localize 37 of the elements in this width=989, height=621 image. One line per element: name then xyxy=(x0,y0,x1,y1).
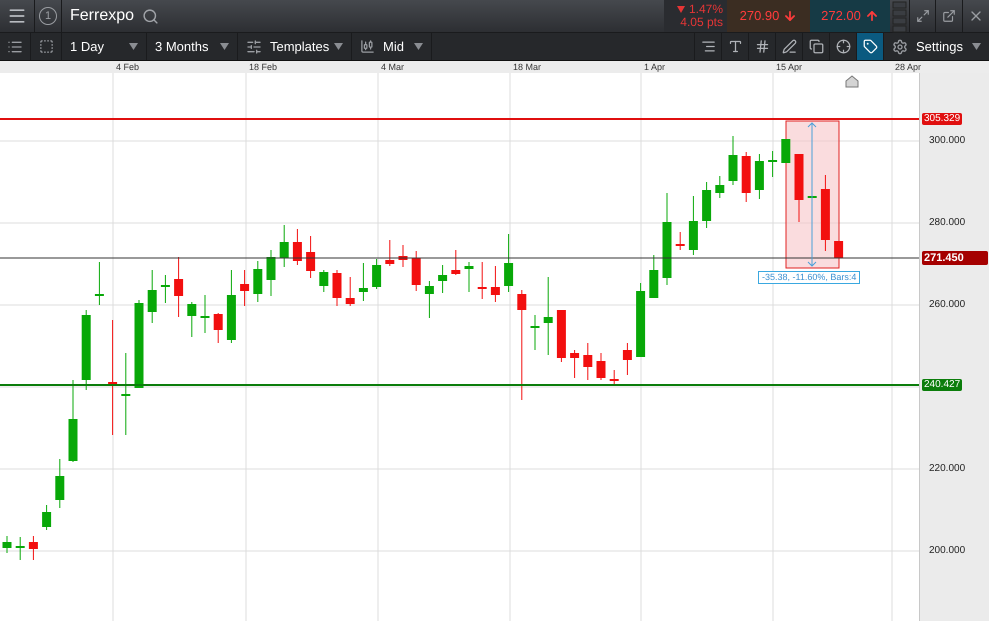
caret-icon xyxy=(129,43,138,50)
caret-icon xyxy=(220,43,229,50)
tag-tool-icon[interactable] xyxy=(856,33,883,60)
caret-icon xyxy=(334,43,343,50)
price-label: 300.000 xyxy=(929,135,966,147)
dropdown[interactable]: 3 Months xyxy=(147,33,238,60)
workspace-number[interactable]: 1 xyxy=(35,0,62,32)
caret-icon xyxy=(972,43,981,50)
dropdown[interactable]: 1 Day xyxy=(62,33,147,60)
date-label: 15 Apr xyxy=(776,61,802,73)
dropdown[interactable]: Templates xyxy=(238,33,352,60)
down-triangle-icon xyxy=(676,6,685,13)
caret-icon xyxy=(414,43,423,50)
measurement-label: -35.38, -11.60%, Bars:4 xyxy=(758,271,860,284)
settings-icon xyxy=(892,38,908,54)
date-label: 4 Mar xyxy=(381,61,404,73)
dropdown[interactable]: Mid xyxy=(352,33,432,60)
price-label: 280.000 xyxy=(929,217,966,229)
sliders-icon xyxy=(246,38,262,54)
price-label: 260.000 xyxy=(929,299,966,311)
settings-dropdown[interactable]: Settings xyxy=(883,33,989,60)
date-label: 18 Feb xyxy=(249,61,278,73)
date-label: 1 Apr xyxy=(644,61,666,73)
candlestick-icon xyxy=(360,39,375,54)
price-level-badge: 305.329 xyxy=(922,113,962,125)
price-level-badge: 271.450 xyxy=(922,251,988,265)
date-label: 18 Mar xyxy=(513,61,542,73)
date-label: 28 Apr xyxy=(895,61,922,73)
price-level-badge: 240.427 xyxy=(922,379,962,391)
instrument-name: Ferrexpo xyxy=(70,6,134,26)
home-marker-icon[interactable] xyxy=(846,75,858,88)
search-icon[interactable] xyxy=(142,8,160,24)
sell-price[interactable]: 270.90 xyxy=(727,0,810,32)
date-label: 4 Feb xyxy=(116,61,140,73)
price-label: 220.000 xyxy=(929,463,966,475)
price-label: 200.000 xyxy=(929,545,966,557)
price-change: 1.47% 4.05 pts xyxy=(664,0,727,32)
